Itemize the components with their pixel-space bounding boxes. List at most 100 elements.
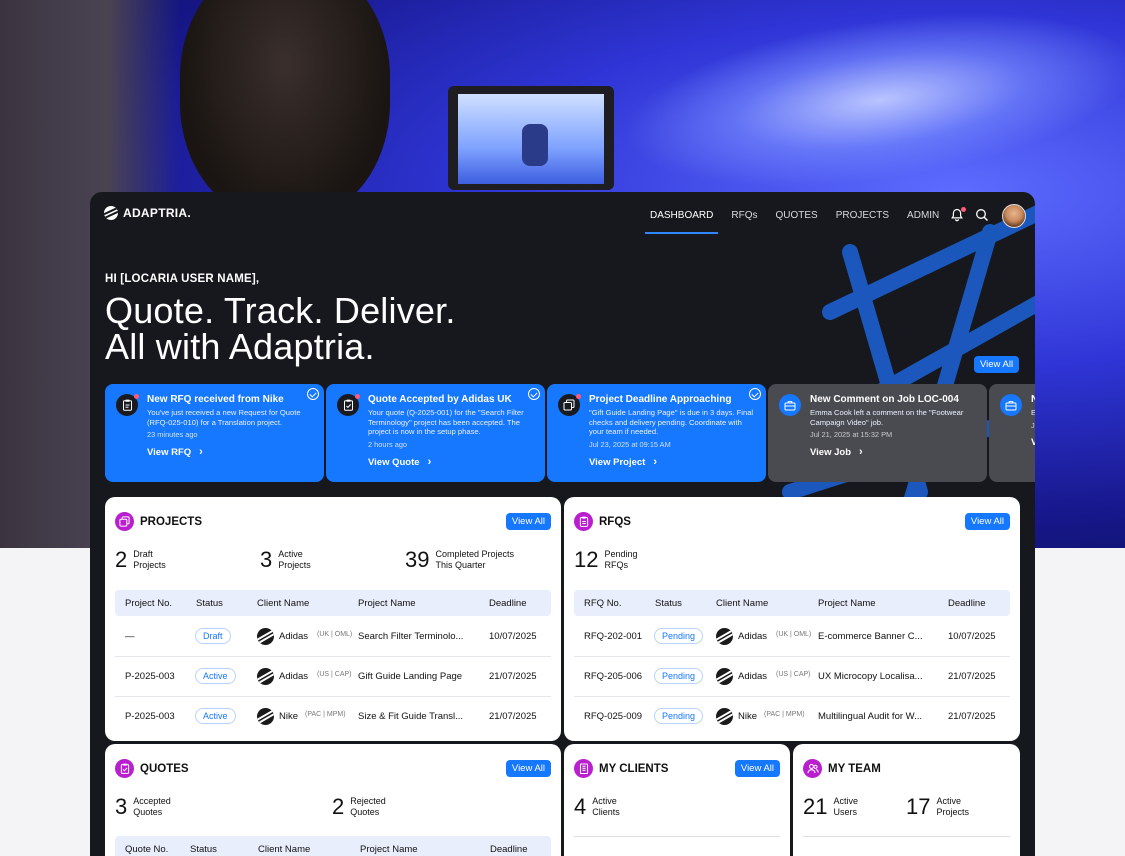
logo-icon: [104, 206, 118, 220]
person-head-silhouette: [180, 0, 390, 220]
chevron-right-icon: ›: [199, 446, 203, 458]
divider: [574, 836, 780, 837]
projects-panel: PROJECTS View All 2 Draft Projects 3 Acti…: [105, 497, 561, 741]
notification-time: Jul 21, 2025 at 15:32 PM: [810, 430, 893, 439]
notification-time: J: [1031, 420, 1035, 430]
notification-dot: [961, 207, 966, 212]
adidas-logo-icon: [716, 628, 733, 645]
notification-link[interactable]: View Project ›: [589, 456, 756, 468]
stat: 2 Rejected Quotes: [332, 794, 386, 819]
notification-title: Project Deadline Approaching: [589, 394, 732, 405]
briefcase-icon: [779, 394, 801, 416]
nike-logo-icon: [257, 708, 274, 725]
top-nav: ADAPTRIA. DASHBOARD RFQs QUOTES PROJECTS…: [90, 192, 1035, 240]
chevron-right-icon: ›: [427, 455, 432, 468]
notification-link[interactable]: View Quote ›: [368, 456, 535, 468]
briefcase-icon: [1000, 394, 1022, 416]
panel-header: MY CLIENTS: [574, 759, 668, 778]
stat: 3 Active Projects: [260, 547, 311, 572]
panel-header: PROJECTS: [115, 512, 202, 531]
notification-card[interactable]: N E J V: [989, 384, 1035, 482]
main-menu: DASHBOARD RFQs QUOTES PROJECTS ADMIN: [644, 210, 957, 234]
projects-view-all-button[interactable]: View All: [505, 513, 551, 530]
panel-title: RFQS: [599, 515, 631, 528]
table-row[interactable]: — Draft Adidas (UK | OML) Search Filter …: [115, 617, 551, 657]
clients-view-all-button[interactable]: View All: [734, 760, 780, 777]
rfqs-view-all-button[interactable]: View All: [964, 513, 1010, 530]
brand-logo[interactable]: ADAPTRIA.: [104, 206, 191, 220]
nike-logo-icon: [716, 708, 733, 725]
notification-card[interactable]: New Comment on Job LOC-004 Emma Cook lef…: [768, 384, 987, 482]
nav-projects[interactable]: PROJECTS: [836, 210, 889, 221]
nav-quotes[interactable]: QUOTES: [775, 210, 817, 221]
chevron-right-icon: ›: [653, 455, 657, 468]
panel-title: PROJECTS: [140, 515, 202, 528]
dashboard-window: ADAPTRIA. DASHBOARD RFQs QUOTES PROJECTS…: [90, 192, 1035, 856]
nav-dashboard[interactable]: DASHBOARD: [644, 210, 719, 234]
bell-icon[interactable]: [950, 207, 966, 222]
check-circle-icon[interactable]: [749, 388, 761, 400]
notifications-view-all-button[interactable]: View All: [974, 356, 1020, 373]
notification-body: You've just received a new Request for Q…: [147, 408, 301, 427]
team-panel: MY TEAM 21 Active Users 17 Active Projects: [793, 744, 1020, 856]
chevron-right-icon: ›: [859, 446, 863, 458]
nav-admin[interactable]: ADMIN: [907, 210, 939, 221]
stat: 3 Accepted Quotes: [115, 794, 171, 819]
hero-line-2: All with Adaptria.: [105, 326, 375, 367]
quotes-view-all-button[interactable]: View All: [505, 760, 551, 777]
panel-title: QUOTES: [140, 762, 189, 775]
clipboard-icon: [574, 512, 593, 531]
stat: 17 Active Projects: [906, 794, 969, 819]
clients-panel: MY CLIENTS View All 4 Active Clients: [564, 744, 790, 856]
notification-body: Your quote (Q-2025-001) for the "Search …: [368, 408, 524, 436]
greeting: HI [LOCARIA USER NAME],: [105, 273, 260, 285]
copy-icon: [558, 394, 581, 416]
rfqs-panel: RFQS View All 12 Pending RFQs RFQ No. Sta…: [564, 497, 1020, 741]
notification-title: New RFQ received from Nike: [147, 394, 284, 405]
status-badge: Pending: [654, 668, 704, 684]
divider: [803, 836, 1010, 837]
table-row[interactable]: P-2025-003 Active Adidas (US | CAP) Gift…: [115, 657, 551, 697]
table-row[interactable]: RFQ-202-001 Pending Adidas (UK | OML) E-…: [574, 617, 1010, 657]
status-badge: Active: [195, 708, 236, 724]
status-badge: Active: [195, 668, 236, 684]
adidas-logo-icon: [257, 628, 274, 645]
copy-icon: [115, 512, 134, 531]
notification-card[interactable]: Quote Accepted by Adidas UK Your quote (…: [326, 384, 545, 482]
stat: 21 Active Users: [803, 794, 858, 819]
clipboard-check-icon: [115, 759, 134, 778]
notification-title: N: [1031, 394, 1035, 405]
quotes-panel: QUOTES View All 3 Accepted Quotes 2 Rejec…: [105, 744, 561, 856]
notification-link[interactable]: View RFQ ›: [147, 446, 314, 458]
check-circle-icon[interactable]: [307, 388, 319, 400]
notification-body: "Gift Guide Landing Page" is due in 3 da…: [589, 408, 754, 436]
check-circle-icon[interactable]: [528, 388, 540, 400]
clipboard-check-icon: [337, 394, 360, 416]
notification-link[interactable]: V: [1031, 437, 1035, 448]
clipboard-icon: [116, 394, 139, 416]
user-avatar[interactable]: [1002, 204, 1026, 228]
notification-title: New Comment on Job LOC-004: [810, 394, 959, 405]
search-icon[interactable]: [975, 208, 989, 222]
hero-line-1: Quote. Track. Deliver.: [105, 290, 456, 331]
notification-card[interactable]: New RFQ received from Nike You've just r…: [105, 384, 324, 482]
table-header: Quote No. Status Client Name Project Nam…: [115, 836, 551, 856]
notification-time: 23 minutes ago: [147, 430, 198, 439]
status-badge: Draft: [195, 628, 231, 644]
notification-card[interactable]: Project Deadline Approaching "Gift Guide…: [547, 384, 766, 482]
adidas-logo-icon: [257, 668, 274, 685]
stat: 12 Pending RFQs: [574, 547, 638, 572]
panel-header: MY TEAM: [803, 759, 881, 778]
stat: 2 Draft Projects: [115, 547, 166, 572]
table-header: RFQ No. Status Client Name Project Name …: [574, 590, 1010, 616]
table-row[interactable]: P-2025-003 Active Nike (PAC | MPM) Size …: [115, 697, 551, 737]
table-row[interactable]: RFQ-205-006 Pending Adidas (US | CAP) UX…: [574, 657, 1010, 697]
panel-title: MY CLIENTS: [599, 762, 669, 775]
notification-body: E: [1031, 408, 1035, 417]
users-icon: [803, 759, 822, 778]
status-badge: Pending: [654, 708, 704, 724]
hero-title: Quote. Track. Deliver. All with Adaptria…: [105, 293, 456, 365]
table-row[interactable]: RFQ-025-009 Pending Nike (PAC | MPM) Mul…: [574, 697, 1010, 737]
notification-link[interactable]: View Job ›: [810, 446, 977, 458]
nav-rfqs[interactable]: RFQs: [731, 210, 757, 221]
